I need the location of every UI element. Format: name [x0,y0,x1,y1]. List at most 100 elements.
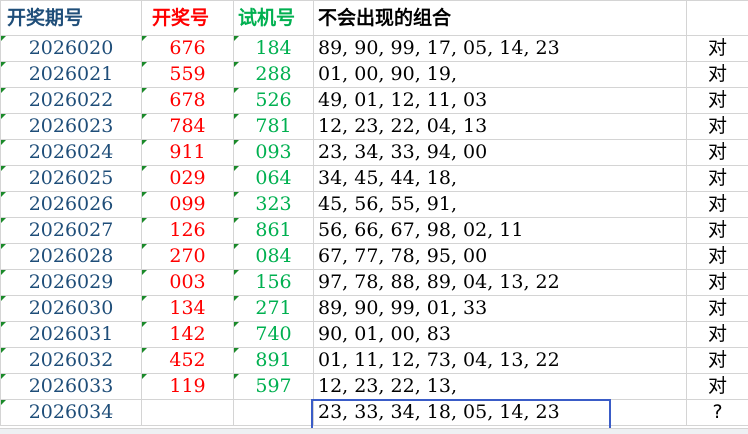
result-cell[interactable]: 对 [687,88,748,114]
draw-number-cell[interactable]: 003 [142,270,234,296]
excluded-combination-cell-text: 23, 34, 33, 94, 00 [318,141,487,163]
draw-number-cell[interactable]: 559 [142,62,234,88]
result-cell[interactable]: 对 [687,192,748,218]
excluded-combination-cell[interactable]: 97, 78, 88, 89, 04, 13, 22 [314,270,687,296]
period-cell[interactable]: 2026020 [1,36,142,62]
test-number-cell[interactable]: 323 [234,192,314,218]
result-cell[interactable]: 对 [687,140,748,166]
cell-indicator-icon [1,244,6,249]
period-cell[interactable]: 2026029 [1,270,142,296]
header-result[interactable] [687,1,748,36]
period-cell[interactable]: 2026026 [1,192,142,218]
cell-indicator-icon [234,270,239,275]
excluded-combination-cell[interactable]: 01, 00, 90, 19, [314,62,687,88]
period-cell-text: 2026021 [29,63,114,85]
test-number-cell[interactable]: 271 [234,296,314,322]
draw-number-cell[interactable]: 784 [142,114,234,140]
draw-number-cell-text: 678 [169,89,205,111]
excluded-combination-cell[interactable]: 56, 66, 67, 98, 02, 11 [314,218,687,244]
result-cell[interactable]: ? [687,400,748,426]
result-cell[interactable]: 对 [687,114,748,140]
table-row: 2026027 12686156, 66, 67, 98, 02, 11 对 [1,218,748,244]
period-cell[interactable]: 2026021 [1,62,142,88]
result-cell[interactable]: 对 [687,218,748,244]
test-number-cell[interactable]: 093 [234,140,314,166]
result-cell[interactable]: 对 [687,270,748,296]
header-test-number[interactable]: 试机号 [234,1,314,36]
excluded-combination-cell[interactable]: 49, 01, 12, 11, 03 [314,88,687,114]
result-cell[interactable]: 对 [687,374,748,400]
test-number-cell[interactable]: 526 [234,88,314,114]
header-draw-number[interactable]: 开奖号 [142,1,234,36]
draw-number-cell[interactable]: 134 [142,296,234,322]
header-period[interactable]: 开奖期号 [1,1,142,36]
test-number-cell[interactable]: 156 [234,270,314,296]
draw-number-cell-text: 911 [169,141,205,163]
test-number-cell-text: 064 [255,167,291,189]
period-cell[interactable]: 2026031 [1,322,142,348]
result-cell[interactable]: 对 [687,244,748,270]
excluded-combination-cell[interactable]: 90, 01, 00, 83 [314,322,687,348]
test-number-cell[interactable] [234,400,314,426]
draw-number-cell[interactable]: 119 [142,374,234,400]
draw-number-cell-text: 452 [169,349,205,371]
excluded-combination-cell-text: 56, 66, 67, 98, 02, 11 [318,219,523,241]
test-number-cell[interactable]: 064 [234,166,314,192]
draw-number-cell[interactable]: 676 [142,36,234,62]
period-cell[interactable]: 2026032 [1,348,142,374]
draw-number-cell-text: 134 [169,297,205,319]
excluded-combination-cell[interactable]: 12, 23, 22, 04, 13 [314,114,687,140]
result-cell-text: 对 [708,297,727,319]
test-number-cell[interactable]: 597 [234,374,314,400]
result-cell[interactable]: 对 [687,166,748,192]
period-cell[interactable]: 2026034 [1,400,142,426]
excluded-combination-cell[interactable]: 12, 23, 22, 13, [314,374,687,400]
draw-number-cell[interactable]: 911 [142,140,234,166]
draw-number-cell[interactable]: 452 [142,348,234,374]
draw-number-cell[interactable]: 678 [142,88,234,114]
period-cell[interactable]: 2026027 [1,218,142,244]
draw-number-cell[interactable] [142,400,234,426]
period-cell[interactable]: 2026023 [1,114,142,140]
result-cell[interactable]: 对 [687,322,748,348]
test-number-cell[interactable]: 891 [234,348,314,374]
period-cell[interactable]: 2026024 [1,140,142,166]
table-row: 202602378478112, 23, 22, 04, 13对 [1,114,748,140]
cell-indicator-icon [1,374,6,379]
test-number-cell[interactable]: 781 [234,114,314,140]
excluded-combination-cell[interactable]: 23, 34, 33, 94, 00 [314,140,687,166]
draw-number-cell[interactable]: 099 [142,192,234,218]
draw-number-cell[interactable]: 126 [142,218,234,244]
header-excluded-combinations[interactable]: 不会出现的组合 [314,1,687,36]
result-cell[interactable]: 对 [687,348,748,374]
result-cell-text: 对 [708,375,727,397]
period-cell[interactable]: 2026022 [1,88,142,114]
test-number-cell[interactable]: 288 [234,62,314,88]
test-number-cell[interactable]: 740 [234,322,314,348]
draw-number-cell[interactable]: 142 [142,322,234,348]
result-cell[interactable]: 对 [687,36,748,62]
excluded-combination-cell[interactable]: 23, 33, 34, 18, 05, 14, 23 [314,400,687,426]
result-cell-text: 对 [708,219,727,241]
test-number-cell[interactable]: 184 [234,36,314,62]
table-row: 2026022 678 52649, 01, 12, 11, 03对 [1,88,748,114]
period-cell[interactable]: 2026030 [1,296,142,322]
excluded-combination-cell[interactable]: 89, 90, 99, 01, 33 [314,296,687,322]
excluded-combination-cell[interactable]: 67, 77, 78, 95, 00 [314,244,687,270]
test-number-cell[interactable]: 861 [234,218,314,244]
result-cell[interactable]: 对 [687,62,748,88]
draw-number-cell[interactable]: 029 [142,166,234,192]
excluded-combination-cell[interactable]: 89, 90, 99, 17, 05, 14, 23 [314,36,687,62]
draw-number-cell[interactable]: 270 [142,244,234,270]
test-number-cell[interactable]: 084 [234,244,314,270]
excluded-combination-cell[interactable]: 34, 45, 44, 18, [314,166,687,192]
excluded-combination-cell[interactable]: 45, 56, 55, 91, [314,192,687,218]
period-cell[interactable]: 2026028 [1,244,142,270]
period-cell-text: 2026027 [29,219,114,241]
result-cell[interactable]: 对 [687,296,748,322]
period-cell-text: 2026026 [29,193,114,215]
excluded-combination-cell[interactable]: 01, 11, 12, 73, 04, 13, 22 [314,348,687,374]
period-cell[interactable]: 2026025 [1,166,142,192]
period-cell[interactable]: 2026033 [1,374,142,400]
test-number-cell-text: 891 [255,349,291,371]
